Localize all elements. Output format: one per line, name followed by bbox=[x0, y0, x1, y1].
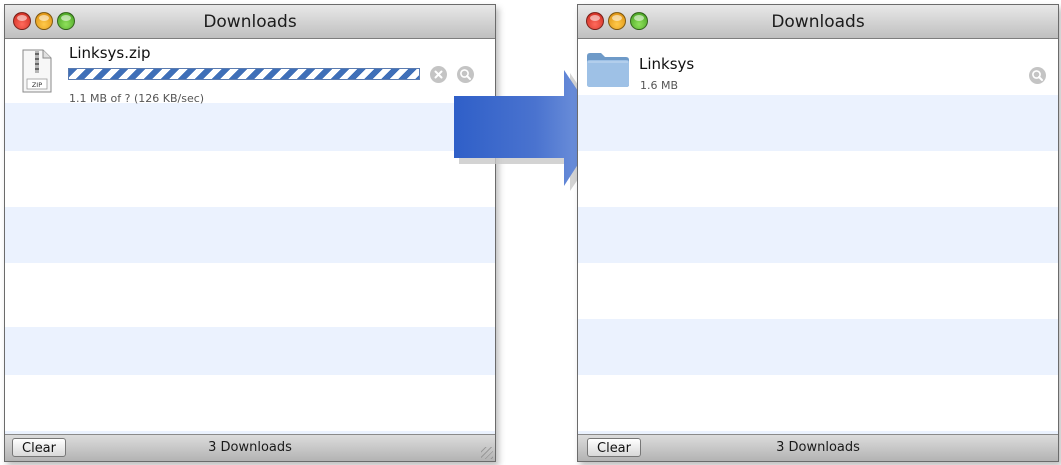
download-status-text: 1.1 MB of ? (126 KB/sec) bbox=[69, 92, 205, 105]
zip-file-icon: ZIP bbox=[22, 49, 52, 93]
folder-icon bbox=[587, 53, 629, 87]
download-size-text: 1.6 MB bbox=[640, 79, 679, 92]
bottom-bar: Clear 3 Downloads bbox=[578, 434, 1058, 461]
downloads-list[interactable]: ZIP Linksys.zip 1.1 MB of ? (126 KB/sec) bbox=[5, 39, 495, 435]
title-bar[interactable]: Downloads bbox=[578, 5, 1058, 39]
downloads-list[interactable]: Linksys 1.6 MB bbox=[578, 39, 1058, 435]
resize-grip-icon[interactable] bbox=[481, 447, 493, 459]
window-title: Downloads bbox=[771, 12, 865, 32]
download-progress-bar bbox=[68, 68, 420, 80]
zip-icon-label: ZIP bbox=[32, 81, 42, 89]
reveal-in-finder-button[interactable] bbox=[1029, 67, 1046, 84]
download-row[interactable]: ZIP Linksys.zip 1.1 MB of ? (126 KB/sec) bbox=[5, 39, 495, 105]
window-title: Downloads bbox=[203, 12, 297, 32]
title-bar[interactable]: Downloads bbox=[5, 5, 495, 39]
downloads-count: 3 Downloads bbox=[776, 440, 860, 455]
download-file-name: Linksys.zip bbox=[69, 44, 151, 62]
downloads-window-complete: Downloads Linksys 1.6 MB Clear 3 Downloa… bbox=[577, 4, 1059, 462]
downloads-count: 3 Downloads bbox=[208, 440, 292, 455]
download-row[interactable]: Linksys 1.6 MB bbox=[578, 39, 1058, 95]
downloads-window-in-progress: Downloads ZIP Linksys.zip 1.1 MB of ? (1… bbox=[4, 4, 496, 462]
magnifier-icon bbox=[1032, 70, 1043, 81]
cancel-x-icon bbox=[434, 70, 443, 79]
stage: Downloads ZIP Linksys.zip 1.1 MB of ? (1… bbox=[0, 0, 1061, 465]
download-file-name: Linksys bbox=[639, 55, 695, 73]
cancel-download-button[interactable] bbox=[430, 66, 447, 83]
bottom-bar: Clear 3 Downloads bbox=[5, 434, 495, 461]
